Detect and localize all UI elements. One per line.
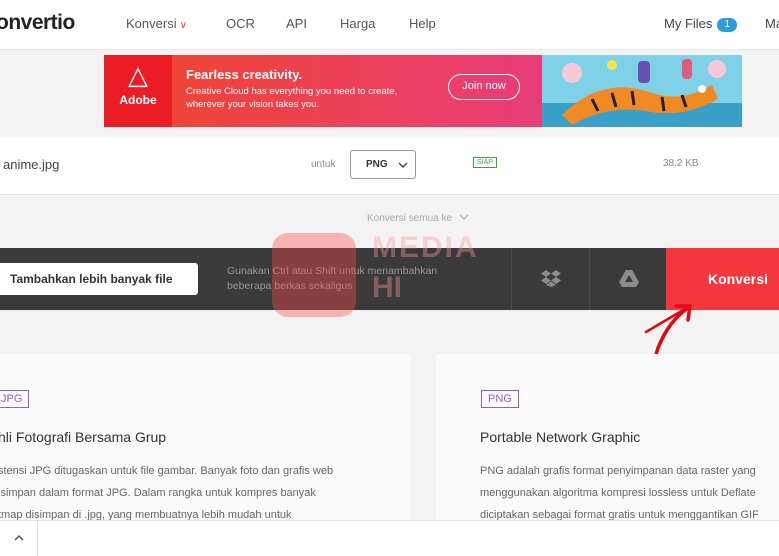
adobe-logo-icon: △ (128, 60, 148, 90)
nav-harga[interactable]: Harga (340, 16, 375, 31)
file-size: 38.2 KB (663, 158, 699, 169)
adobe-logo: △ Adobe (104, 55, 172, 127)
nav-help[interactable]: Help (409, 16, 436, 31)
format-title-png: Portable Network Graphic (480, 429, 641, 445)
ad-text: Creative Cloud has everything you need t… (186, 86, 398, 110)
status-badge: SIAP (473, 157, 497, 168)
convertio-logo[interactable]: onvertio (0, 11, 75, 35)
desc-line: menggunakan algoritma kompresi lossless … (480, 487, 756, 499)
ad-illustration (542, 55, 742, 127)
nav-ocr[interactable]: OCR (226, 16, 255, 31)
file-row: anime.jpg untuk PNG SIAP 38.2 KB (0, 137, 779, 195)
format-tag-png: PNG (481, 390, 519, 408)
format-info-card-png: PNG Portable Network Graphic PNG adalah … (436, 354, 779, 522)
nav-konversi[interactable]: Konversi ∨ (126, 16, 187, 31)
bottom-bar (0, 520, 779, 556)
ad-join-button[interactable]: Join now (448, 74, 520, 100)
my-files-link[interactable]: My Files 1 (664, 16, 738, 32)
convert-all-label: Konversi semua ke (367, 213, 453, 224)
output-format-value: PNG (366, 159, 388, 170)
output-format-select[interactable]: PNG (350, 150, 416, 179)
adobe-brand-label: Adobe (119, 93, 157, 107)
format-description-jpg: stensi JPG ditugaskan untuk file gambar.… (0, 460, 333, 526)
chevron-down-icon: ∨ (179, 20, 187, 31)
format-description-png: PNG adalah grafis format penyimpanan dat… (480, 460, 759, 526)
multi-select-hint: Gunakan Ctrl atau Shift untuk menambahka… (227, 265, 438, 292)
format-tag-jpg: JPG (0, 390, 30, 408)
my-files-label: My Files (664, 16, 713, 31)
top-navbar: onvertio Konversi ∨ OCR API Harga Help My… (0, 0, 779, 50)
untuk-label: untuk (311, 159, 336, 170)
adobe-ad-banner[interactable]: △ Adobe Fearless creativity. Creative Cl… (104, 55, 742, 127)
chevron-up-icon[interactable] (13, 533, 25, 543)
format-title-jpg: hli Fotografi Bersama Grup (0, 429, 167, 445)
file-name: anime.jpg (3, 157, 60, 172)
add-more-files-button[interactable]: Tambahkan lebih banyak file (0, 263, 198, 295)
nav-konversi-label: Konversi (126, 16, 177, 31)
format-info-card-jpg: JPG hli Fotografi Bersama Grup stensi JP… (0, 354, 410, 522)
nav-api[interactable]: API (286, 16, 307, 31)
chevron-down-icon (459, 214, 469, 220)
chevron-down-icon (398, 162, 408, 169)
divider (37, 521, 38, 556)
my-files-count-badge: 1 (717, 18, 738, 32)
desc-line: PNG adalah grafis format penyimpanan dat… (480, 465, 756, 477)
desc-line: isimpan dalam format JPG. Dalam rangka u… (0, 487, 316, 499)
dropbox-button[interactable] (511, 248, 589, 310)
dropbox-icon (541, 270, 561, 287)
google-drive-icon (619, 270, 639, 287)
convert-all-dropdown[interactable]: Konversi semua ke (367, 213, 469, 224)
ad-title: Fearless creativity. (186, 67, 303, 82)
nav-cut-item[interactable]: Ma (765, 16, 779, 31)
desc-line: stensi JPG ditugaskan untuk file gambar.… (0, 465, 334, 477)
